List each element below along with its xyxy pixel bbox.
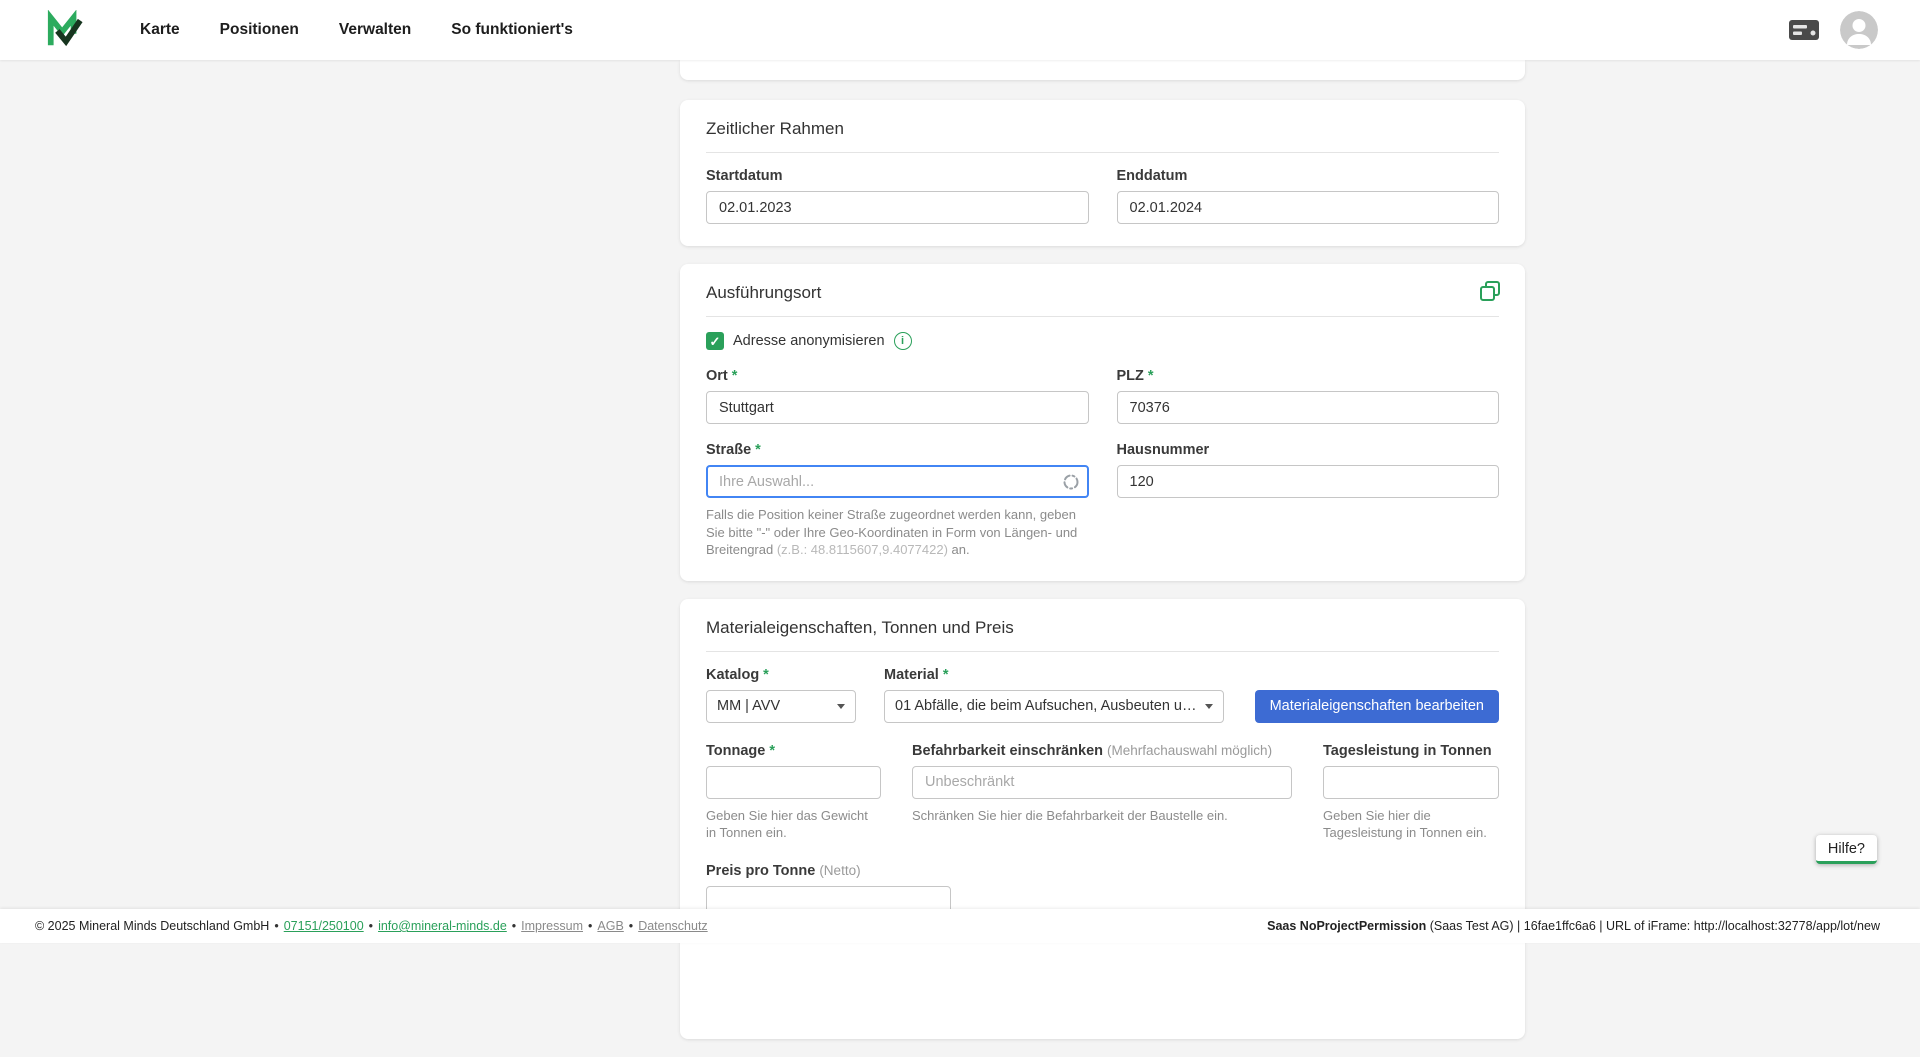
card-title-material: Materialeigenschaften, Tonnen und Preis: [706, 615, 1499, 652]
strasse-hint: Falls die Position keiner Straße zugeord…: [706, 506, 1089, 559]
nav-item-positionen[interactable]: Positionen: [220, 21, 299, 39]
check-icon: ✓: [710, 335, 721, 348]
anonymize-row: ✓ Adresse anonymisieren i: [706, 332, 1499, 350]
plz-label: PLZ*: [1117, 368, 1500, 384]
field-tagesleistung: Tagesleistung in Tonnen Geben Sie hier d…: [1323, 743, 1499, 842]
previous-card-partial: [680, 60, 1525, 80]
loading-spinner-icon: [1062, 473, 1080, 491]
nav-item-karte[interactable]: Karte: [140, 21, 180, 39]
agb-link[interactable]: AGB: [597, 919, 623, 933]
footer: © 2025 Mineral Minds Deutschland GmbH • …: [0, 909, 1920, 943]
chevron-down-icon: [1205, 704, 1213, 709]
field-katalog: Katalog* MM | AVV: [706, 667, 856, 723]
befahrbarkeit-input[interactable]: [912, 766, 1292, 799]
card-title-zeitlicher-rahmen: Zeitlicher Rahmen: [706, 116, 1499, 153]
field-tonnage: Tonnage* Geben Sie hier das Gewicht in T…: [706, 743, 881, 842]
preis-label-hint: (Netto): [819, 863, 860, 878]
tagesleistung-helper: Geben Sie hier die Tagesleistung in Tonn…: [1323, 808, 1499, 842]
field-ort: Ort*: [706, 368, 1089, 424]
enddatum-label: Enddatum: [1117, 168, 1500, 184]
field-hausnummer: Hausnummer: [1117, 442, 1500, 498]
strasse-hint-example: (z.B.: 48.8115607,9.4077422): [777, 542, 948, 557]
main-nav: Karte Positionen Verwalten So funktionie…: [140, 21, 573, 39]
email-link[interactable]: info@mineral-minds.de: [378, 919, 507, 933]
field-strasse: Straße* Falls die Position keiner Straße…: [706, 442, 1089, 559]
footer-left: © 2025 Mineral Minds Deutschland GmbH • …: [35, 919, 708, 933]
tagesleistung-input[interactable]: [1323, 766, 1499, 799]
field-enddatum: Enddatum: [1117, 168, 1500, 224]
katalog-select[interactable]: MM | AVV: [706, 690, 856, 723]
startdatum-input[interactable]: [706, 191, 1089, 224]
card-zeitlicher-rahmen: Zeitlicher Rahmen Startdatum Enddatum: [680, 100, 1525, 246]
phone-link[interactable]: 07151/250100: [284, 919, 364, 933]
tonnage-helper: Geben Sie hier das Gewicht in Tonnen ein…: [706, 808, 881, 842]
strasse-input[interactable]: [706, 465, 1089, 498]
mineral-minds-logo[interactable]: [46, 10, 84, 50]
app-name-text: Saas NoProjectPermission: [1267, 919, 1426, 933]
user-avatar[interactable]: [1840, 11, 1878, 49]
hausnummer-input[interactable]: [1117, 465, 1500, 498]
required-asterisk: *: [1148, 368, 1154, 384]
field-befahrbarkeit: Befahrbarkeit einschränken (Mehrfachausw…: [912, 743, 1292, 825]
card-ausfuehrungsort: Ausführungsort ✓ Adresse anonymisieren i…: [680, 264, 1525, 581]
nav-item-verwalten[interactable]: Verwalten: [339, 21, 411, 39]
ort-input[interactable]: [706, 391, 1089, 424]
terminal-icon[interactable]: [1788, 19, 1820, 41]
plz-input[interactable]: [1117, 391, 1500, 424]
form-column: Zeitlicher Rahmen Startdatum Enddatum: [680, 60, 1525, 1057]
tonnage-label: Tonnage*: [706, 743, 881, 759]
strasse-label: Straße*: [706, 442, 1089, 458]
top-nav-bar: Karte Positionen Verwalten So funktionie…: [0, 0, 1920, 60]
startdatum-label: Startdatum: [706, 168, 1089, 184]
anonymize-checkbox[interactable]: ✓: [706, 332, 724, 350]
material-label: Material*: [884, 667, 1224, 683]
befahrbarkeit-helper: Schränken Sie hier die Befahrbarkeit der…: [912, 808, 1292, 825]
field-material: Material* 01 Abfälle, die beim Aufsuchen…: [884, 667, 1224, 723]
hilfe-button[interactable]: Hilfe?: [1816, 835, 1877, 864]
enddatum-input[interactable]: [1117, 191, 1500, 224]
nav-item-so-funktionierts[interactable]: So funktioniert's: [451, 21, 573, 39]
required-asterisk: *: [763, 667, 769, 683]
card-materialeigenschaften: Materialeigenschaften, Tonnen und Preis …: [680, 599, 1525, 1040]
field-plz: PLZ*: [1117, 368, 1500, 424]
preis-label: Preis pro Tonne (Netto): [706, 863, 1499, 879]
required-asterisk: *: [943, 667, 949, 683]
befahrbarkeit-label-hint: (Mehrfachauswahl möglich): [1107, 743, 1272, 758]
tonnage-input[interactable]: [706, 766, 881, 799]
ort-label: Ort*: [706, 368, 1089, 384]
impressum-link[interactable]: Impressum: [521, 919, 583, 933]
logo-icon: [46, 10, 84, 50]
copy-icon[interactable]: [1479, 280, 1501, 302]
card-title-ausfuehrungsort: Ausführungsort: [706, 280, 1499, 317]
info-icon[interactable]: i: [894, 332, 912, 350]
datenschutz-link[interactable]: Datenschutz: [638, 919, 707, 933]
app-info-text: (Saas Test AG) | 16fae1ffc6a6 | URL of i…: [1430, 919, 1880, 933]
materialeigenschaften-bearbeiten-button[interactable]: Materialeigenschaften bearbeiten: [1255, 690, 1499, 723]
chevron-down-icon: [837, 704, 845, 709]
field-startdatum: Startdatum: [706, 168, 1089, 224]
katalog-label: Katalog*: [706, 667, 856, 683]
footer-right: Saas NoProjectPermission (Saas Test AG) …: [1267, 919, 1880, 933]
befahrbarkeit-label: Befahrbarkeit einschränken (Mehrfachausw…: [912, 743, 1292, 759]
required-asterisk: *: [732, 368, 738, 384]
header-right: [1788, 11, 1878, 49]
tagesleistung-label: Tagesleistung in Tonnen: [1323, 743, 1499, 759]
anonymize-label: Adresse anonymisieren: [733, 333, 885, 349]
required-asterisk: *: [769, 743, 775, 759]
hausnummer-label: Hausnummer: [1117, 442, 1500, 458]
material-select[interactable]: 01 Abfälle, die beim Aufsuchen, Ausbeute…: [884, 690, 1224, 723]
required-asterisk: *: [755, 442, 761, 458]
copyright-text: © 2025 Mineral Minds Deutschland GmbH: [35, 919, 269, 933]
